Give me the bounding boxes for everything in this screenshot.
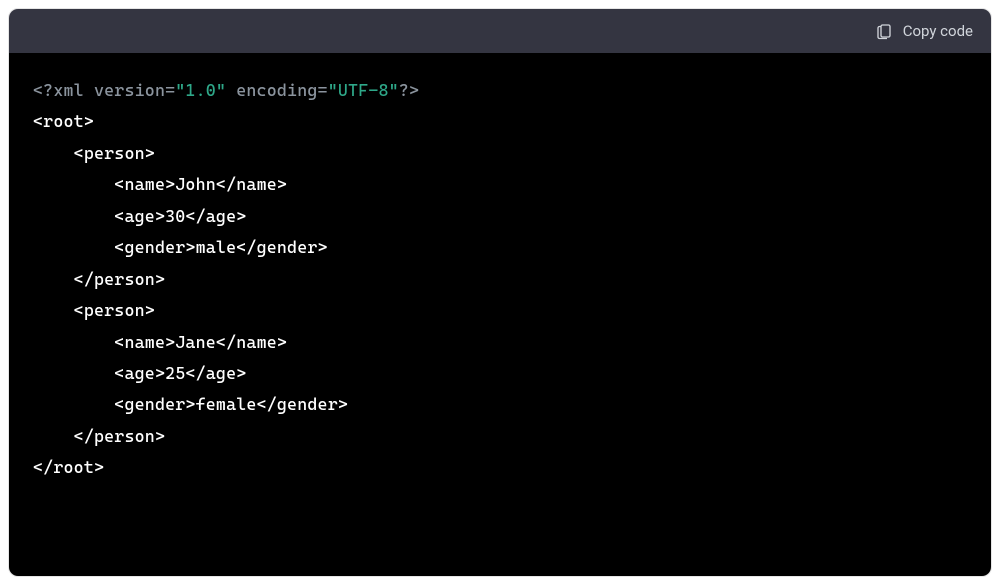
root-open-tag: <root> xyxy=(33,111,94,131)
name-value: Jane xyxy=(175,332,216,352)
age-close-tag: </age> xyxy=(185,206,246,226)
code-content: <?xml version="1.0" encoding="UTF-8"?> <… xyxy=(33,75,967,484)
code-body: <?xml version="1.0" encoding="UTF-8"?> <… xyxy=(9,53,991,576)
indent xyxy=(33,143,74,163)
name-open-tag: <name> xyxy=(114,174,175,194)
indent xyxy=(33,363,114,383)
person-open-tag: <person> xyxy=(74,300,155,320)
indent xyxy=(33,394,114,414)
gender-open-tag: <gender> xyxy=(114,394,195,414)
xml-decl-close: ?> xyxy=(399,80,419,100)
copy-code-label: Copy code xyxy=(903,22,973,40)
clipboard-icon xyxy=(875,22,893,40)
name-open-tag: <name> xyxy=(114,332,175,352)
person-open-tag: <person> xyxy=(74,143,155,163)
indent xyxy=(33,300,74,320)
person-close-tag: </person> xyxy=(74,426,165,446)
code-block: Copy code <?xml version="1.0" encoding="… xyxy=(8,8,992,577)
age-value: 30 xyxy=(165,206,185,226)
age-value: 25 xyxy=(165,363,185,383)
name-close-tag: </name> xyxy=(216,332,287,352)
xml-version-val: "1.0" xyxy=(175,80,226,100)
xml-encoding-attr: encoding= xyxy=(226,80,328,100)
copy-code-button[interactable]: Copy code xyxy=(875,22,973,40)
indent xyxy=(33,237,114,257)
gender-close-tag: </gender> xyxy=(236,237,327,257)
indent xyxy=(33,426,74,446)
age-open-tag: <age> xyxy=(114,206,165,226)
gender-value: male xyxy=(196,237,237,257)
xml-version-attr: version= xyxy=(84,80,175,100)
age-close-tag: </age> xyxy=(185,363,246,383)
gender-close-tag: </gender> xyxy=(257,394,348,414)
root-close-tag: </root> xyxy=(33,457,104,477)
person-close-tag: </person> xyxy=(74,269,165,289)
gender-value: female xyxy=(196,394,257,414)
indent xyxy=(33,332,114,352)
indent xyxy=(33,269,74,289)
xml-encoding-val: "UTF-8" xyxy=(328,80,399,100)
name-close-tag: </name> xyxy=(216,174,287,194)
indent xyxy=(33,174,114,194)
name-value: John xyxy=(175,174,216,194)
code-header: Copy code xyxy=(9,9,991,53)
age-open-tag: <age> xyxy=(114,363,165,383)
xml-decl-open: <?xml xyxy=(33,80,84,100)
gender-open-tag: <gender> xyxy=(114,237,195,257)
indent xyxy=(33,206,114,226)
